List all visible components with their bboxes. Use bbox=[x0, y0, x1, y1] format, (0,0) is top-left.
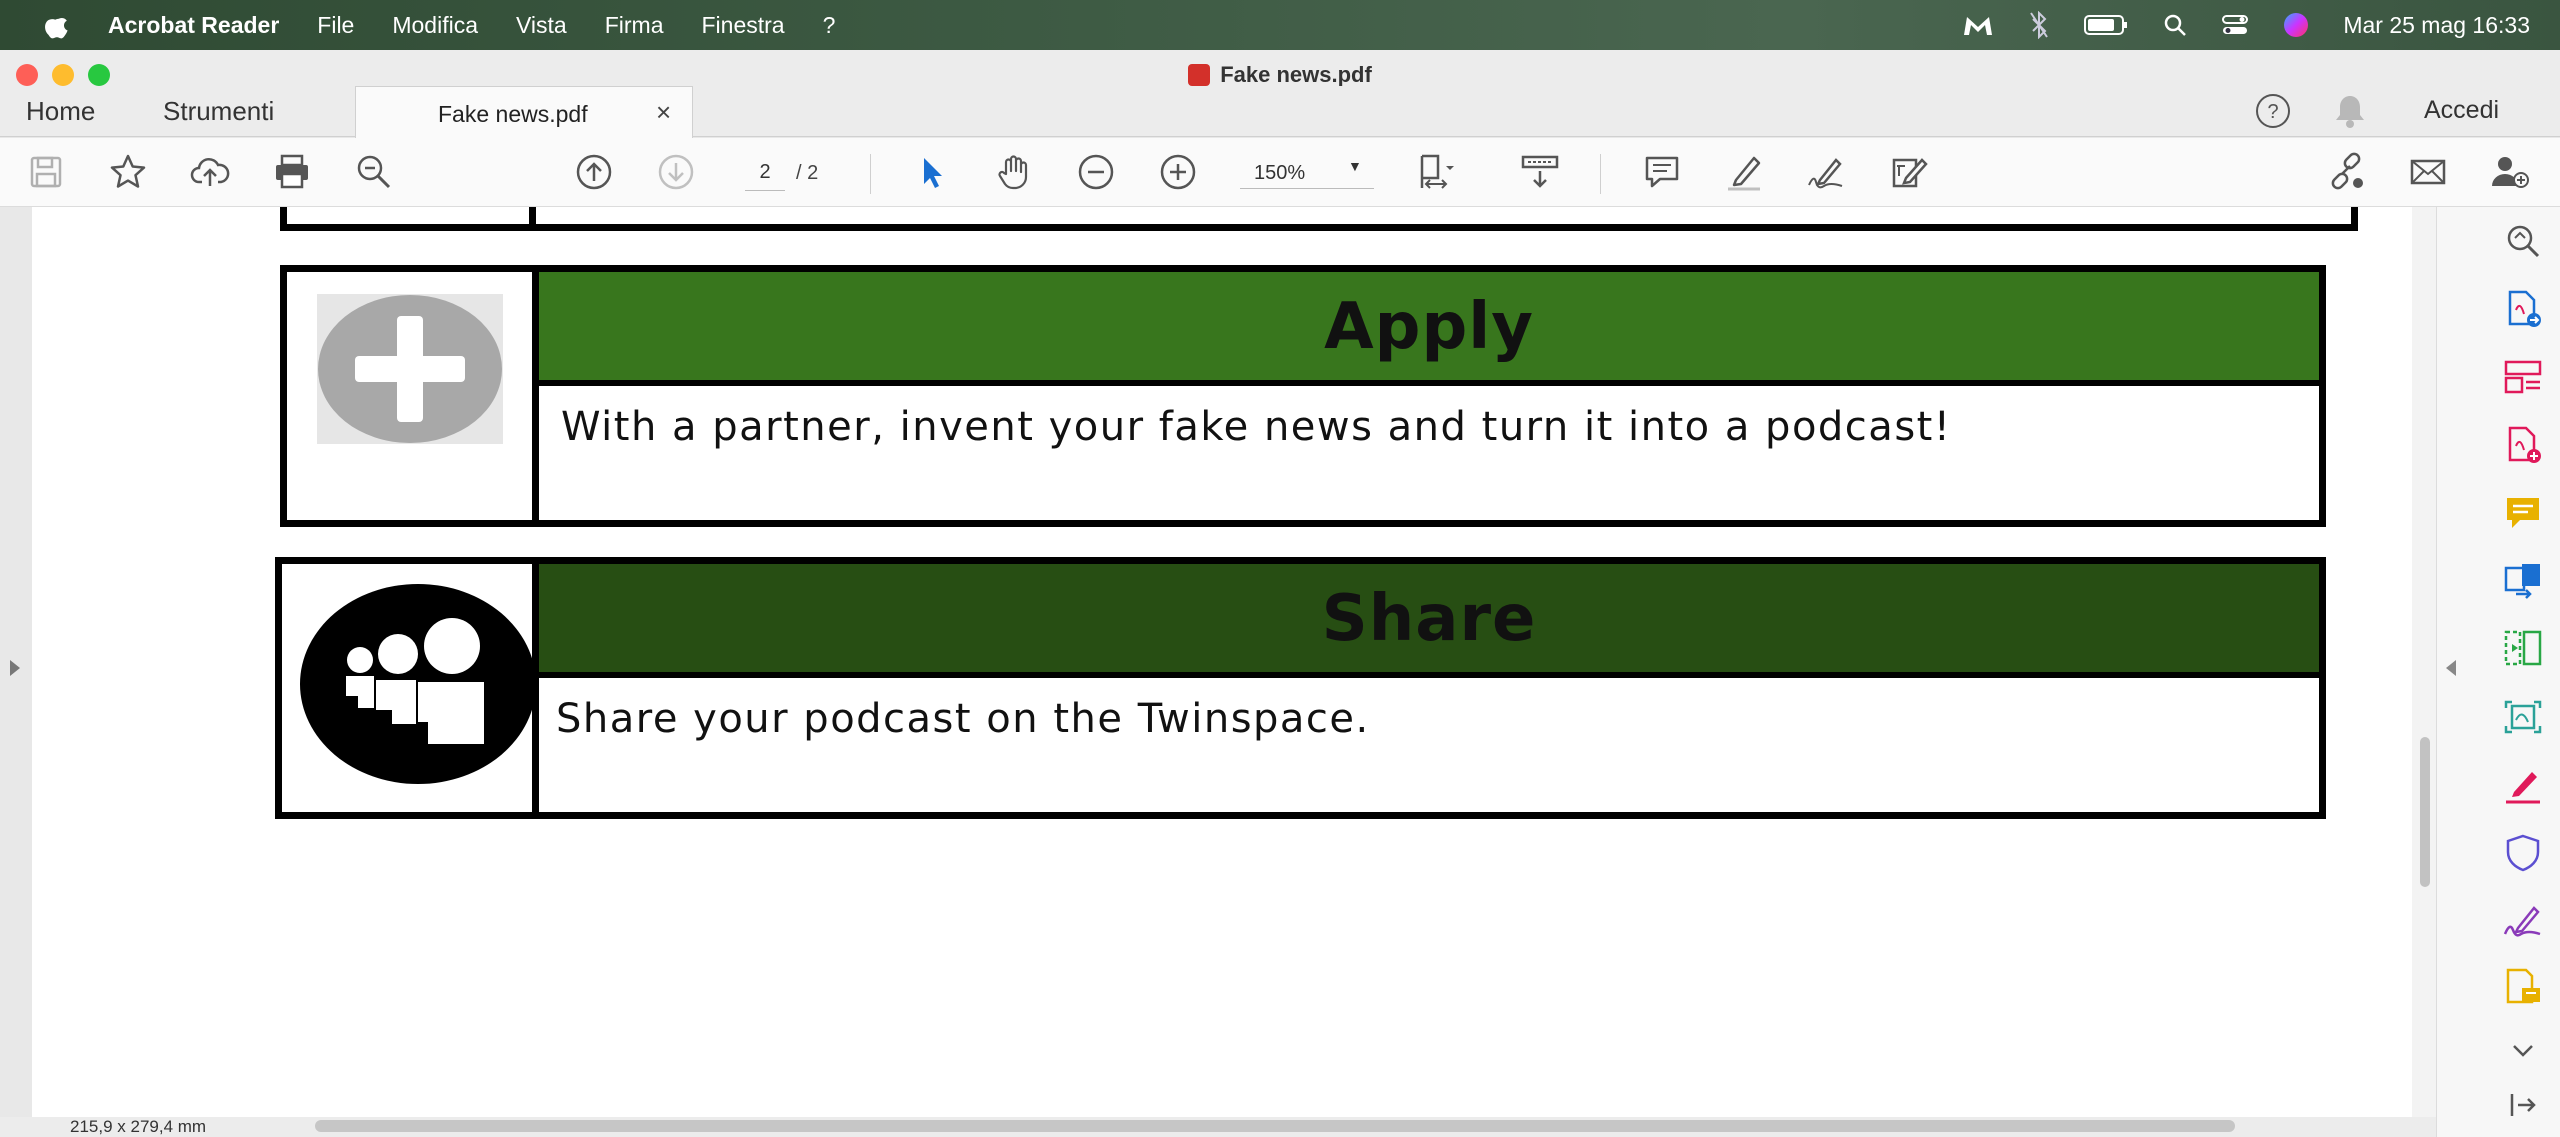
scroll-mode-icon[interactable] bbox=[1520, 152, 1560, 192]
section-share-title: Share bbox=[1321, 582, 1537, 656]
menu-app-name[interactable]: Acrobat Reader bbox=[108, 12, 279, 39]
menu-edit[interactable]: Modifica bbox=[392, 12, 478, 39]
page-total: / 2 bbox=[796, 162, 819, 184]
window-title-text: Fake news.pdf bbox=[1220, 62, 1372, 87]
zoom-level-value: 150% bbox=[1254, 162, 1306, 184]
tab-home[interactable]: Home bbox=[26, 96, 95, 127]
menu-window[interactable]: Finestra bbox=[702, 12, 785, 39]
section-apply-text: With a partner, invent your fake news an… bbox=[561, 404, 1952, 450]
section-apply: Apply With a partner, invent your fake n… bbox=[280, 265, 2326, 527]
page-number-input[interactable] bbox=[745, 154, 785, 191]
send-for-review-tool-icon[interactable] bbox=[2502, 966, 2544, 1008]
expand-left-panel-icon[interactable] bbox=[10, 660, 20, 676]
close-tab-icon[interactable]: × bbox=[656, 97, 671, 128]
export-pdf-tool-icon[interactable] bbox=[2502, 288, 2544, 330]
section-apply-icon-cell bbox=[287, 272, 539, 520]
plus-circle-icon bbox=[317, 294, 503, 444]
siri-icon[interactable] bbox=[2283, 12, 2309, 38]
zoom-out-icon[interactable] bbox=[1076, 152, 1116, 192]
compress-pdf-tool-icon[interactable] bbox=[2502, 628, 2544, 670]
email-icon[interactable] bbox=[2408, 152, 2448, 192]
print-icon[interactable] bbox=[272, 152, 312, 192]
fill-sign-tool-icon[interactable] bbox=[2502, 764, 2544, 806]
tab-document[interactable]: Fake news.pdf × bbox=[355, 86, 693, 139]
page-fit-icon[interactable] bbox=[1416, 152, 1456, 192]
bookmark-star-icon[interactable] bbox=[108, 152, 148, 192]
zoom-search-tool-icon[interactable] bbox=[2502, 220, 2544, 262]
create-pdf-tool-icon[interactable] bbox=[2502, 424, 2544, 466]
next-page-icon[interactable] bbox=[656, 152, 696, 192]
chevron-down-icon: ▼ bbox=[1348, 158, 1362, 174]
bluetooth-off-icon[interactable] bbox=[2029, 11, 2049, 39]
menu-file[interactable]: File bbox=[317, 12, 354, 39]
collapse-panel-icon[interactable] bbox=[2502, 1084, 2544, 1126]
help-icon[interactable]: ? bbox=[2254, 92, 2292, 135]
select-arrow-icon[interactable] bbox=[912, 152, 952, 192]
add-user-icon[interactable] bbox=[2490, 152, 2530, 192]
system-menubar: Acrobat Reader File Modifica Vista Firma… bbox=[0, 0, 2560, 50]
vertical-scrollbar-thumb[interactable] bbox=[2420, 737, 2430, 887]
toolbar-divider bbox=[1600, 154, 1601, 194]
scan-enhance-tool-icon[interactable] bbox=[2502, 696, 2544, 738]
section-share-icon-cell bbox=[282, 564, 539, 812]
request-signature-tool-icon[interactable] bbox=[2502, 900, 2544, 942]
section-share-header: Share bbox=[539, 564, 2319, 678]
page-dimensions: 215,9 x 279,4 mm bbox=[70, 1117, 207, 1136]
myspace-people-icon bbox=[300, 584, 536, 784]
combine-files-tool-icon[interactable] bbox=[2502, 560, 2544, 602]
signin-button[interactable]: Accedi bbox=[2424, 96, 2499, 125]
comment-tool-icon[interactable] bbox=[2502, 492, 2544, 534]
section-share-text: Share your podcast on the Twinspace. bbox=[556, 696, 1370, 742]
organize-pages-tool-icon[interactable] bbox=[2502, 356, 2544, 398]
section-share: Share Share your podcast on the Twinspac… bbox=[275, 557, 2326, 819]
apple-icon[interactable] bbox=[44, 11, 70, 39]
comment-icon[interactable] bbox=[1642, 152, 1682, 192]
tab-tools[interactable]: Strumenti bbox=[163, 96, 274, 127]
control-center-icon[interactable] bbox=[2221, 13, 2249, 37]
malwarebytes-icon[interactable] bbox=[1961, 11, 1995, 39]
hand-tool-icon[interactable] bbox=[994, 152, 1034, 192]
cloud-upload-icon[interactable] bbox=[190, 152, 230, 192]
more-tools-chevron-icon[interactable] bbox=[2502, 1030, 2544, 1072]
collapse-right-panel-icon[interactable] bbox=[2446, 660, 2456, 676]
main-toolbar: / 2 150% ▼ bbox=[0, 138, 2560, 207]
protect-shield-tool-icon[interactable] bbox=[2502, 832, 2544, 874]
section-apply-title: Apply bbox=[1324, 290, 1534, 364]
notifications-bell-icon[interactable] bbox=[2332, 92, 2368, 135]
highlight-pen-icon[interactable] bbox=[1724, 152, 1764, 192]
zoom-level-select[interactable]: 150% ▼ bbox=[1240, 154, 1374, 189]
section-apply-header: Apply bbox=[539, 272, 2319, 386]
zoom-out-search-icon[interactable] bbox=[354, 152, 394, 192]
window-title: Fake news.pdf bbox=[0, 62, 2560, 88]
tab-document-label: Fake news.pdf bbox=[438, 101, 588, 127]
share-link-icon[interactable] bbox=[2326, 152, 2366, 192]
svg-text:?: ? bbox=[2267, 101, 2278, 123]
document-view[interactable]: Apply With a partner, invent your fake n… bbox=[32, 207, 2412, 1117]
save-icon[interactable] bbox=[26, 152, 66, 192]
horizontal-scrollbar-thumb[interactable] bbox=[315, 1120, 2235, 1132]
edit-text-icon[interactable] bbox=[1888, 152, 1928, 192]
menu-sign[interactable]: Firma bbox=[605, 12, 664, 39]
battery-icon[interactable] bbox=[2083, 13, 2129, 37]
draw-signature-icon[interactable] bbox=[1806, 152, 1846, 192]
menu-help[interactable]: ? bbox=[823, 12, 836, 39]
zoom-in-icon[interactable] bbox=[1158, 152, 1198, 192]
spotlight-search-icon[interactable] bbox=[2163, 13, 2187, 37]
previous-page-icon[interactable] bbox=[574, 152, 614, 192]
menu-view[interactable]: Vista bbox=[516, 12, 567, 39]
toolbar-divider bbox=[870, 154, 871, 194]
previous-section-box bbox=[280, 207, 2358, 231]
vertical-scrollbar[interactable] bbox=[2412, 207, 2436, 1117]
pdf-file-icon bbox=[1188, 64, 1211, 86]
menubar-clock[interactable]: Mar 25 mag 16:33 bbox=[2343, 12, 2530, 39]
